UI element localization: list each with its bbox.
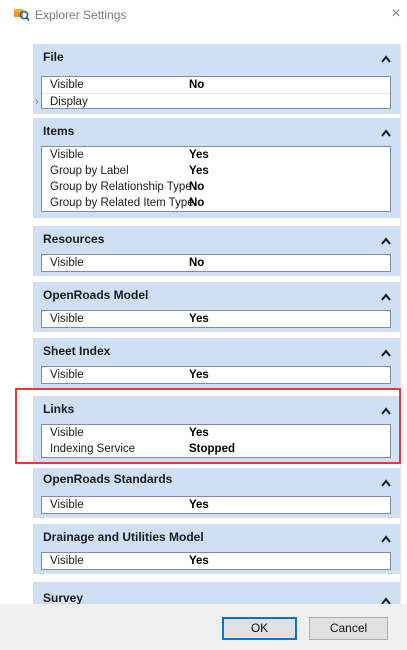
section-file: File Visible No › Display	[33, 44, 401, 114]
section-header-drainage-utilities[interactable]: Drainage and Utilities Model	[33, 524, 401, 548]
property-value[interactable]: Yes	[189, 499, 209, 511]
chevron-up-icon[interactable]	[381, 594, 391, 604]
ok-button[interactable]: OK	[222, 617, 297, 640]
chevron-up-icon[interactable]	[381, 476, 391, 487]
dialog-footer: OK Cancel	[0, 604, 407, 650]
property-label: Visible	[50, 499, 84, 511]
property-grid: Visible No › Display	[35, 76, 391, 109]
section-header-sheet-index[interactable]: Sheet Index	[33, 338, 401, 362]
section-items: Items Visible Yes Group by Label Yes Gro…	[33, 118, 401, 218]
property-row[interactable]: Visible No	[42, 255, 390, 271]
property-label: Visible	[50, 313, 84, 325]
section-sheet-index: Sheet Index Visible Yes	[33, 338, 401, 388]
section-header-openroads-standards[interactable]: OpenRoads Standards	[33, 468, 401, 492]
property-grid: Visible Yes	[41, 496, 391, 514]
section-header-resources[interactable]: Resources	[33, 226, 401, 250]
property-row[interactable]: Visible Yes	[42, 311, 390, 327]
chevron-up-icon[interactable]	[381, 126, 391, 137]
property-value[interactable]: Yes	[189, 555, 209, 567]
close-button[interactable]: ×	[386, 4, 406, 24]
property-row[interactable]: › Display	[35, 93, 390, 109]
settings-panel[interactable]: File Visible No › Display Items Visible …	[33, 44, 401, 604]
property-row[interactable]: Visible Yes	[42, 553, 390, 569]
property-label: Group by Related Item Type	[50, 197, 194, 209]
property-row[interactable]: Group by Related Item Type No	[42, 195, 390, 211]
property-row[interactable]: Visible Yes	[42, 367, 390, 383]
property-grid: Visible Yes	[41, 552, 391, 570]
property-row[interactable]: Visible No	[42, 77, 390, 93]
section-survey: Survey	[33, 582, 401, 604]
property-label: Visible	[50, 79, 84, 91]
chevron-up-icon[interactable]	[381, 234, 391, 245]
section-title: Survey	[43, 591, 84, 604]
property-grid: Visible No	[41, 254, 391, 272]
window-title: Explorer Settings	[35, 8, 127, 22]
property-grid: Visible Yes	[41, 310, 391, 328]
property-row[interactable]: Group by Label Yes	[42, 163, 390, 179]
section-resources: Resources Visible No	[33, 226, 401, 276]
section-title: Drainage and Utilities Model	[43, 530, 204, 544]
cancel-button[interactable]: Cancel	[309, 617, 388, 640]
chevron-up-icon[interactable]	[381, 52, 391, 63]
chevron-up-icon[interactable]	[381, 532, 391, 543]
section-header-file[interactable]: File	[33, 44, 401, 68]
property-label: Visible	[50, 555, 84, 567]
property-value[interactable]: Yes	[189, 369, 209, 381]
property-label: Visible	[50, 149, 84, 161]
section-title: Resources	[43, 232, 105, 246]
property-value[interactable]: No	[189, 181, 204, 193]
property-label: Display	[50, 96, 88, 108]
section-header-openroads-model[interactable]: OpenRoads Model	[33, 282, 401, 306]
links-highlight-box	[15, 388, 401, 464]
property-value[interactable]: Yes	[189, 165, 209, 177]
section-title: OpenRoads Standards	[43, 472, 173, 486]
title-bar: Explorer Settings ×	[0, 0, 407, 30]
chevron-up-icon[interactable]	[381, 290, 391, 301]
property-grid: Visible Yes Group by Label Yes Group by …	[41, 146, 391, 212]
section-title: Sheet Index	[43, 344, 111, 358]
section-header-survey[interactable]: Survey	[33, 582, 401, 604]
property-row[interactable]: Visible Yes	[42, 147, 390, 163]
section-openroads-model: OpenRoads Model Visible Yes	[33, 282, 401, 332]
property-value[interactable]: Yes	[189, 149, 209, 161]
property-value[interactable]: Yes	[189, 313, 209, 325]
property-value[interactable]: No	[189, 257, 204, 269]
chevron-up-icon[interactable]	[381, 346, 391, 357]
property-value[interactable]: No	[189, 79, 204, 91]
explorer-settings-icon	[14, 8, 30, 22]
property-label: Group by Relationship Type	[50, 181, 192, 193]
property-label: Visible	[50, 257, 84, 269]
section-header-items[interactable]: Items	[33, 118, 401, 142]
property-value[interactable]: No	[189, 197, 204, 209]
section-title: Items	[43, 124, 75, 138]
property-label: Visible	[50, 369, 84, 381]
property-label: Group by Label	[50, 165, 129, 177]
chevron-right-icon[interactable]: ›	[35, 96, 39, 108]
section-drainage-utilities: Drainage and Utilities Model Visible Yes	[33, 524, 401, 574]
scrollbar-track[interactable]	[400, 44, 401, 604]
property-grid: Visible Yes	[41, 366, 391, 384]
property-row[interactable]: Group by Relationship Type No	[42, 179, 390, 195]
section-title: OpenRoads Model	[43, 288, 149, 302]
section-title: File	[43, 50, 64, 64]
section-openroads-standards: OpenRoads Standards Visible Yes	[33, 468, 401, 518]
property-row[interactable]: Visible Yes	[42, 497, 390, 513]
